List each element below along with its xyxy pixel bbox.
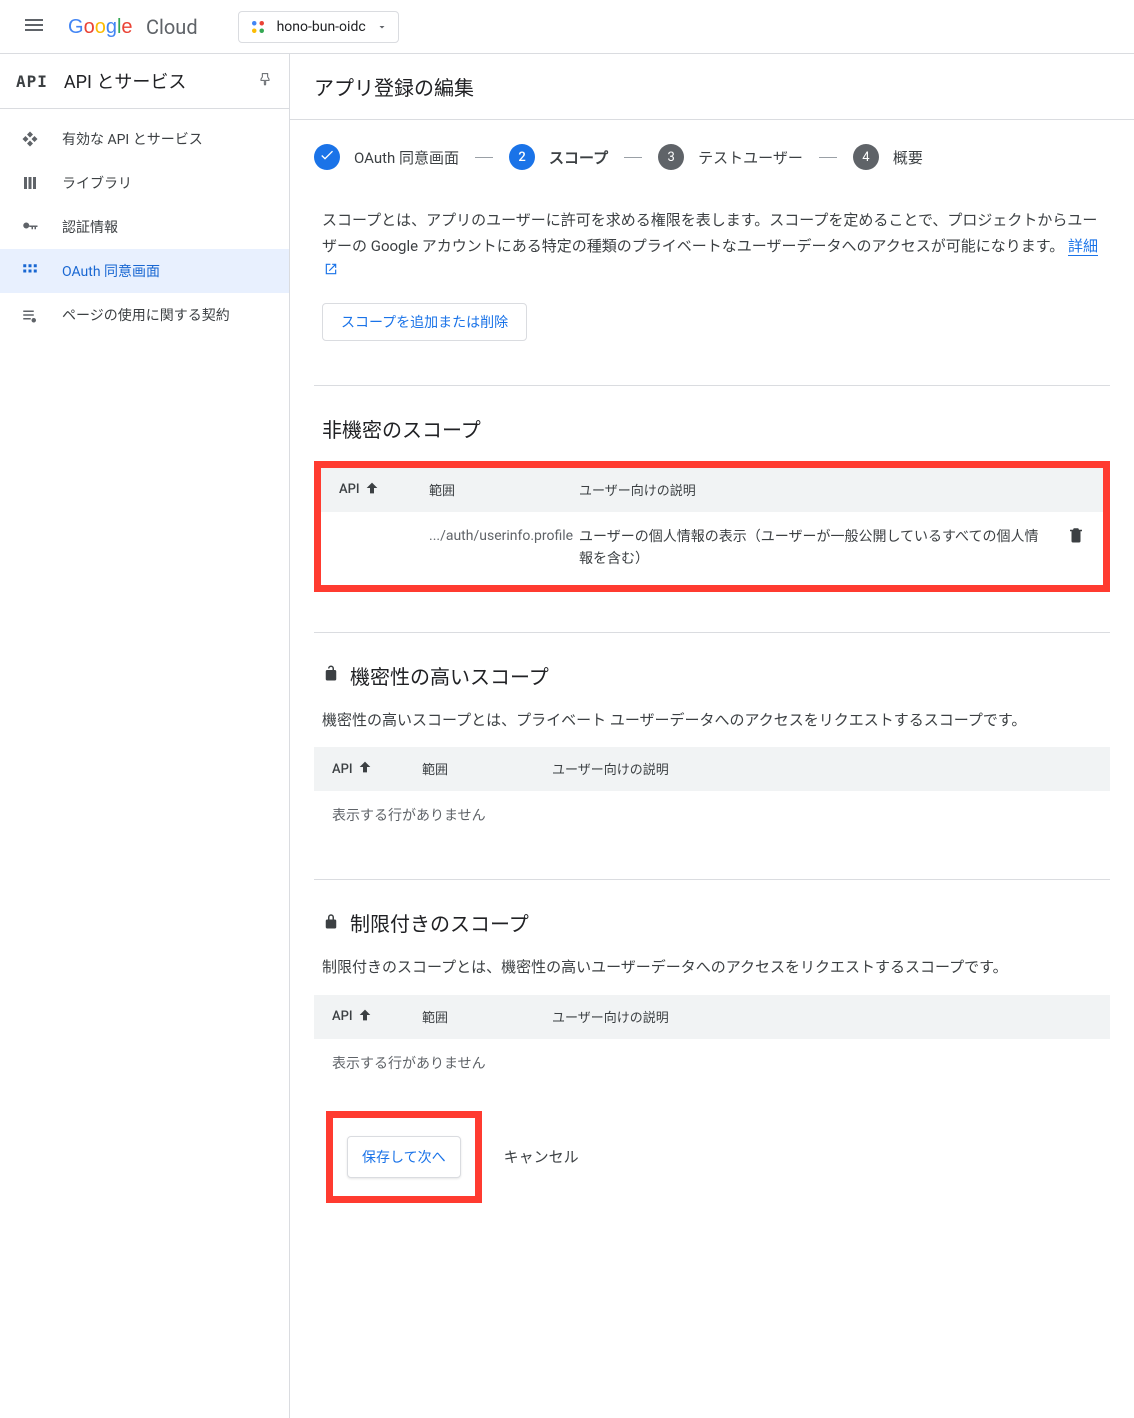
sensitive-scopes-title: 機密性の高いスコープ: [314, 633, 1110, 708]
col-header-desc[interactable]: ユーザー向けの説明: [579, 480, 1045, 500]
sort-arrow-up-icon: [364, 480, 380, 500]
main-content: アプリ登録の編集 OAuth 同意画面 2 スコープ 3 テストユーザー 4: [290, 54, 1134, 1418]
api-badge: API: [16, 72, 48, 91]
col-header-api[interactable]: API: [339, 480, 429, 500]
cell-scope: .../auth/userinfo.profile: [429, 526, 579, 547]
logo-cloud-text: Cloud: [146, 15, 198, 39]
step-scopes[interactable]: 2 スコープ: [509, 144, 608, 170]
step-label: スコープ: [549, 147, 608, 168]
menu-icon[interactable]: [16, 7, 52, 47]
svg-text:Google: Google: [68, 16, 133, 38]
table-header: API 範囲 ユーザー向けの説明: [314, 747, 1110, 791]
step-label: 概要: [893, 147, 923, 168]
diamond-icon: [20, 130, 40, 148]
scopes-description: スコープとは、アプリのユーザーに許可を求める権限を表します。スコープを定めること…: [314, 194, 1110, 303]
cell-desc: ユーザーの個人情報の表示（ユーザーが一般公開しているすべての個人情報を含む）: [579, 526, 1045, 571]
step-label: OAuth 同意画面: [354, 147, 459, 168]
step-number: 4: [853, 144, 879, 170]
sidebar-item-label: OAuth 同意画面: [62, 261, 160, 281]
project-name: hono-bun-oidc: [277, 19, 366, 35]
delete-icon[interactable]: [1067, 532, 1085, 548]
add-remove-scopes-button[interactable]: スコープを追加または削除: [322, 303, 527, 341]
project-selector[interactable]: hono-bun-oidc: [238, 11, 399, 43]
step-summary[interactable]: 4 概要: [853, 144, 923, 170]
step-separator: [819, 157, 837, 158]
consent-icon: [20, 262, 40, 280]
step-done-icon: [314, 144, 340, 170]
col-header-desc[interactable]: ユーザー向けの説明: [552, 1007, 1092, 1027]
non-sensitive-scopes-table: API 範囲 ユーザー向けの説明 .../auth/userinfo.profi…: [321, 468, 1103, 585]
lock-icon: [322, 911, 340, 935]
sort-arrow-up-icon: [357, 1007, 373, 1027]
restricted-scopes-table: API 範囲 ユーザー向けの説明 表示する行がありません: [314, 995, 1110, 1087]
table-row: .../auth/userinfo.profile ユーザーの個人情報の表示（ユ…: [321, 512, 1103, 585]
sidebar-item-page-usage[interactable]: ページの使用に関する契約: [0, 293, 289, 337]
library-icon: [20, 174, 40, 192]
step-separator: [475, 157, 493, 158]
sidebar-item-label: ページの使用に関する契約: [62, 305, 230, 325]
external-link-icon: [324, 259, 338, 285]
step-number: 2: [509, 144, 535, 170]
sensitive-scopes-table: API 範囲 ユーザー向けの説明 表示する行がありません: [314, 747, 1110, 839]
project-icon: [249, 18, 267, 36]
col-header-desc[interactable]: ユーザー向けの説明: [552, 759, 1092, 779]
sidebar-item-credentials[interactable]: 認証情報: [0, 205, 289, 249]
col-header-scope[interactable]: 範囲: [422, 1007, 552, 1027]
sidebar-item-label: 認証情報: [62, 217, 118, 237]
sidebar-item-oauth-consent[interactable]: OAuth 同意画面: [0, 249, 289, 293]
step-oauth-consent[interactable]: OAuth 同意画面: [314, 144, 459, 170]
restricted-scopes-title: 制限付きのスコープ: [314, 880, 1110, 955]
sidebar-title: API とサービス: [64, 68, 241, 94]
sidebar-header: API API とサービス: [0, 54, 289, 109]
stepper: OAuth 同意画面 2 スコープ 3 テストユーザー 4 概要: [290, 120, 1134, 194]
topbar: Google Cloud hono-bun-oidc: [0, 0, 1134, 54]
step-test-users[interactable]: 3 テストユーザー: [658, 144, 803, 170]
page-title: アプリ登録の編集: [290, 54, 1134, 120]
sensitive-scopes-desc: 機密性の高いスコープとは、プライベート ユーザーデータへのアクセスをリクエストす…: [314, 708, 1110, 748]
sidebar-item-label: ライブラリ: [62, 173, 132, 193]
table-header: API 範囲 ユーザー向けの説明: [314, 995, 1110, 1039]
google-cloud-logo[interactable]: Google Cloud: [68, 15, 198, 39]
sidebar-item-library[interactable]: ライブラリ: [0, 161, 289, 205]
key-icon: [20, 218, 40, 236]
save-button-highlight: 保存して次へ: [326, 1111, 482, 1203]
step-separator: [624, 157, 642, 158]
chevron-down-icon: [376, 21, 388, 33]
footer-actions: 保存して次へ キャンセル: [314, 1087, 1110, 1227]
non-sensitive-scopes-table-highlight: API 範囲 ユーザー向けの説明 .../auth/userinfo.profi…: [314, 461, 1110, 592]
sidebar-item-label: 有効な API とサービス: [62, 129, 203, 149]
settings-list-icon: [20, 306, 40, 324]
empty-state: 表示する行がありません: [314, 1039, 1110, 1087]
col-header-scope[interactable]: 範囲: [429, 480, 579, 500]
empty-state: 表示する行がありません: [314, 791, 1110, 839]
col-header-scope[interactable]: 範囲: [422, 759, 552, 779]
sort-arrow-up-icon: [357, 759, 373, 779]
table-header: API 範囲 ユーザー向けの説明: [321, 468, 1103, 512]
sidebar-item-enabled-apis[interactable]: 有効な API とサービス: [0, 117, 289, 161]
save-and-continue-button[interactable]: 保存して次へ: [347, 1136, 461, 1178]
unlock-icon: [322, 663, 340, 687]
pin-icon[interactable]: [257, 71, 273, 91]
step-number: 3: [658, 144, 684, 170]
restricted-scopes-desc: 制限付きのスコープとは、機密性の高いユーザーデータへのアクセスをリクエストするス…: [314, 955, 1110, 995]
col-header-api[interactable]: API: [332, 1007, 422, 1027]
cancel-button[interactable]: キャンセル: [504, 1146, 579, 1167]
non-sensitive-scopes-title: 非機密のスコープ: [314, 386, 1110, 461]
step-label: テストユーザー: [698, 147, 803, 168]
learn-more-link[interactable]: 詳細: [1068, 237, 1098, 256]
sidebar: API API とサービス 有効な API とサービス ライブラリ 認証情報 O…: [0, 54, 290, 1418]
col-header-api[interactable]: API: [332, 759, 422, 779]
